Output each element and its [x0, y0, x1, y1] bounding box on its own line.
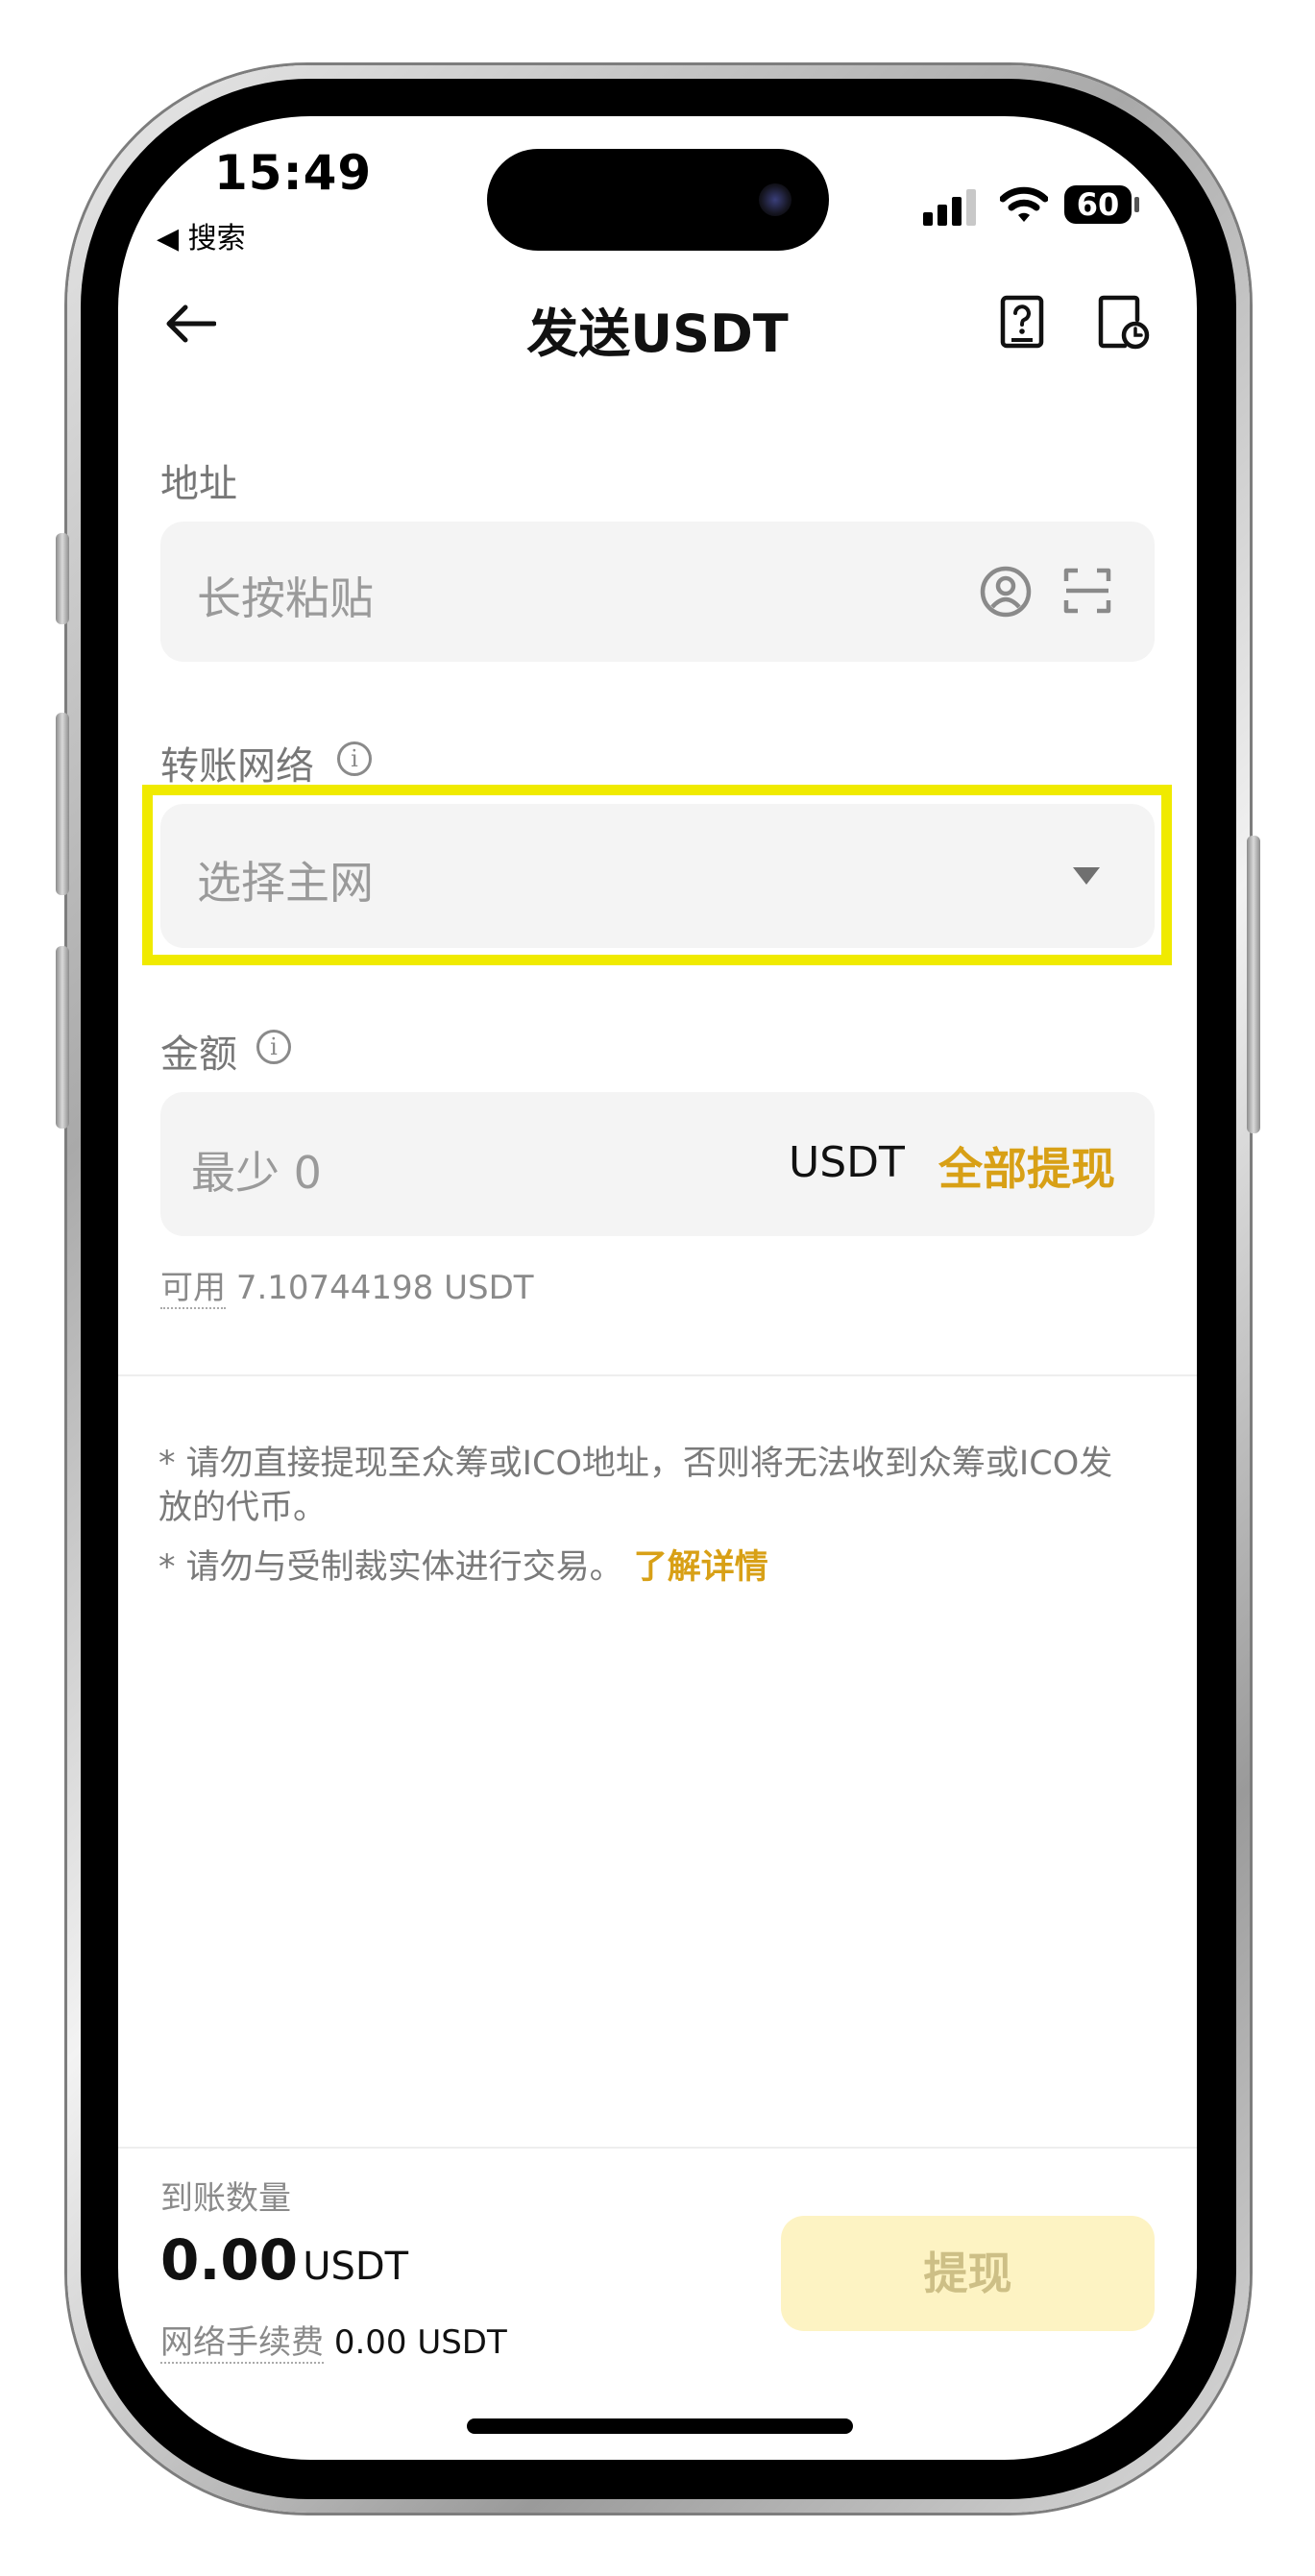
- available-balance: 可用 7.10744198 USDT: [160, 1261, 534, 1309]
- amount-placeholder: 最少 0: [191, 1147, 322, 1199]
- action-button: [56, 533, 69, 624]
- warning-note-ico: * 请勿直接提现至众筹或ICO地址，否则将无法收到众筹或ICO发放的代币。: [158, 1445, 1113, 1527]
- available-label[interactable]: 可用: [160, 1269, 226, 1309]
- address-label: 地址: [160, 462, 237, 506]
- receive-amount: 0.00: [160, 2227, 299, 2293]
- amount-label: 金额: [160, 1033, 237, 1077]
- warning-note-sanctions: * 请勿与受制裁实体进行交易。 了解详情: [158, 1545, 1138, 1590]
- receive-amount-row: 0.00 USDT: [160, 2227, 408, 2293]
- status-time: 15:49: [214, 145, 373, 201]
- footer-divider: [118, 2147, 1197, 2149]
- wifi-icon: [1000, 186, 1048, 222]
- network-label: 转账网络: [160, 744, 314, 789]
- power-button: [1247, 836, 1260, 1133]
- amount-currency: USDT: [789, 1138, 905, 1187]
- volume-down-button: [56, 946, 69, 1129]
- volume-up-button: [56, 713, 69, 895]
- home-indicator[interactable]: [467, 2418, 853, 2434]
- available-value: 7.10744198 USDT: [235, 1269, 534, 1307]
- back-to-app-link[interactable]: ◀ 搜索: [157, 214, 246, 256]
- warning-note-sanctions-text: * 请勿与受制裁实体进行交易。: [158, 1548, 623, 1587]
- receive-currency: USDT: [303, 2245, 409, 2289]
- highlight-box: [142, 785, 1172, 965]
- address-placeholder: 长按粘贴: [197, 572, 374, 624]
- camera-icon: [759, 183, 791, 216]
- withdraw-button[interactable]: 提现: [781, 2216, 1155, 2331]
- learn-more-link[interactable]: 了解详情: [634, 1548, 768, 1587]
- screen: 15:49 ◀ 搜索 60 发送USDT 地址 长按粘贴 转账网络 i 选择主网…: [118, 116, 1197, 2460]
- amount-info-icon[interactable]: i: [256, 1030, 291, 1064]
- network-fee-label[interactable]: 网络手续费: [160, 2323, 324, 2364]
- scan-qr-icon[interactable]: [1063, 567, 1111, 615]
- max-button[interactable]: 全部提现: [938, 1134, 1115, 1198]
- cellular-signal-icon: [923, 189, 976, 226]
- receive-label: 到账数量: [160, 2179, 291, 2218]
- battery-icon: 60: [1064, 185, 1132, 224]
- address-input[interactable]: 长按粘贴: [160, 522, 1155, 662]
- network-fee-value: 0.00 USDT: [333, 2323, 507, 2362]
- help-guide-icon[interactable]: [1000, 295, 1044, 349]
- history-record-icon[interactable]: [1098, 295, 1150, 351]
- address-book-icon[interactable]: [979, 565, 1033, 619]
- amount-input[interactable]: 最少 0 USDT 全部提现: [160, 1092, 1155, 1236]
- network-info-icon[interactable]: i: [337, 741, 372, 776]
- network-fee: 网络手续费 0.00 USDT: [160, 2316, 507, 2364]
- battery-tip: [1134, 197, 1139, 212]
- section-divider: [118, 1374, 1197, 1376]
